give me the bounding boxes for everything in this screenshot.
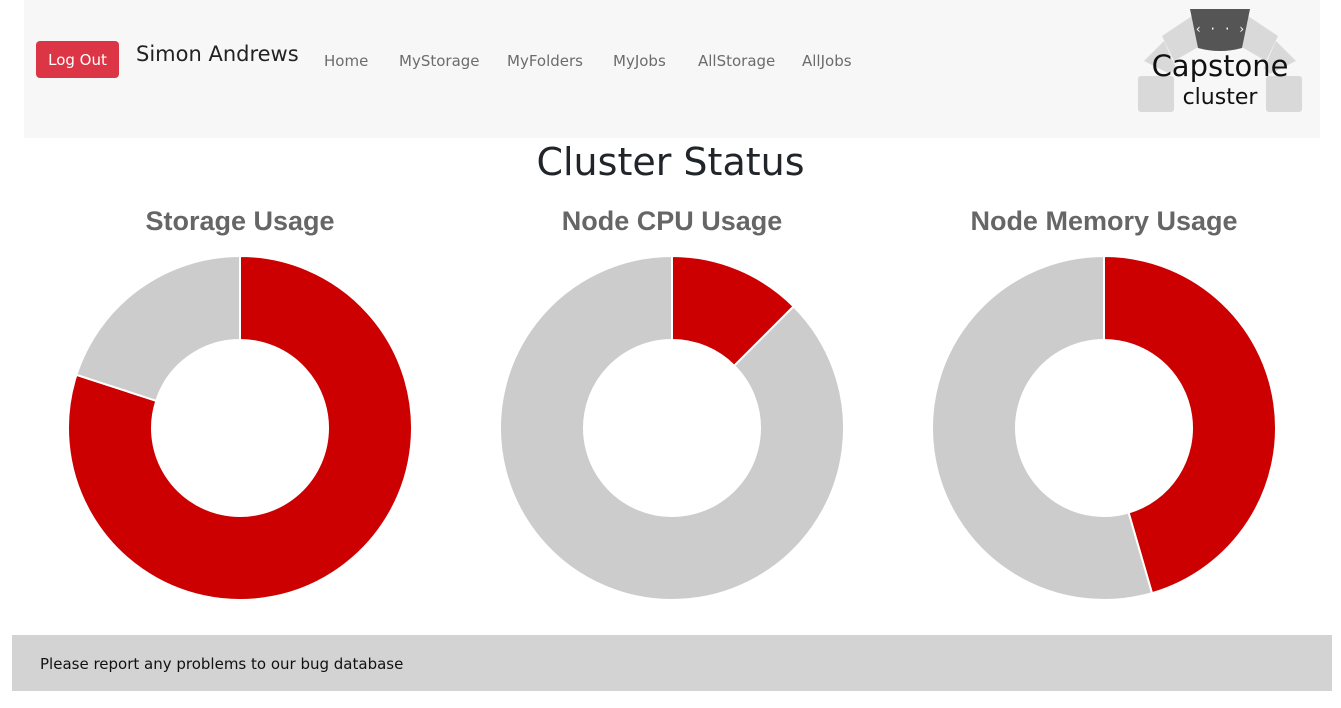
footer: Please report any problems to our bug da…	[12, 635, 1332, 691]
nav-link-myfolders[interactable]: MyFolders	[507, 52, 583, 70]
donut-slice-free[interactable]	[75, 255, 241, 403]
chart-title-memory: Node Memory Usage	[970, 206, 1238, 236]
chart-title-storage: Storage Usage	[145, 206, 335, 236]
nav-link-allstorage[interactable]: AllStorage	[698, 52, 775, 70]
user-name: Simon Andrews	[136, 42, 299, 66]
logo-text-line1: Capstone	[1152, 49, 1289, 83]
nav-link-home[interactable]: Home	[324, 52, 368, 70]
cpu-donut-chart	[499, 255, 845, 601]
storage-donut-chart	[67, 255, 413, 601]
footer-text: Please report any problems to our bug da…	[40, 655, 404, 673]
memory-donut-chart	[931, 255, 1277, 601]
code-icon: ‹ · · ›	[1195, 22, 1246, 36]
capstone-cluster-logo[interactable]: ‹ · · › Capstone cluster	[1134, 6, 1306, 116]
page-title: Cluster Status	[536, 140, 805, 184]
logout-button[interactable]: Log Out	[36, 41, 119, 78]
nav-link-alljobs[interactable]: AllJobs	[802, 52, 852, 70]
donut-slice-free[interactable]	[499, 255, 845, 601]
nav-link-myjobs[interactable]: MyJobs	[613, 52, 666, 70]
top-navbar: Log Out Simon Andrews Home MyStorage MyF…	[24, 0, 1320, 138]
chart-title-cpu: Node CPU Usage	[561, 206, 783, 236]
nav-link-mystorage[interactable]: MyStorage	[399, 52, 480, 70]
logo-text-line2: cluster	[1183, 85, 1259, 110]
